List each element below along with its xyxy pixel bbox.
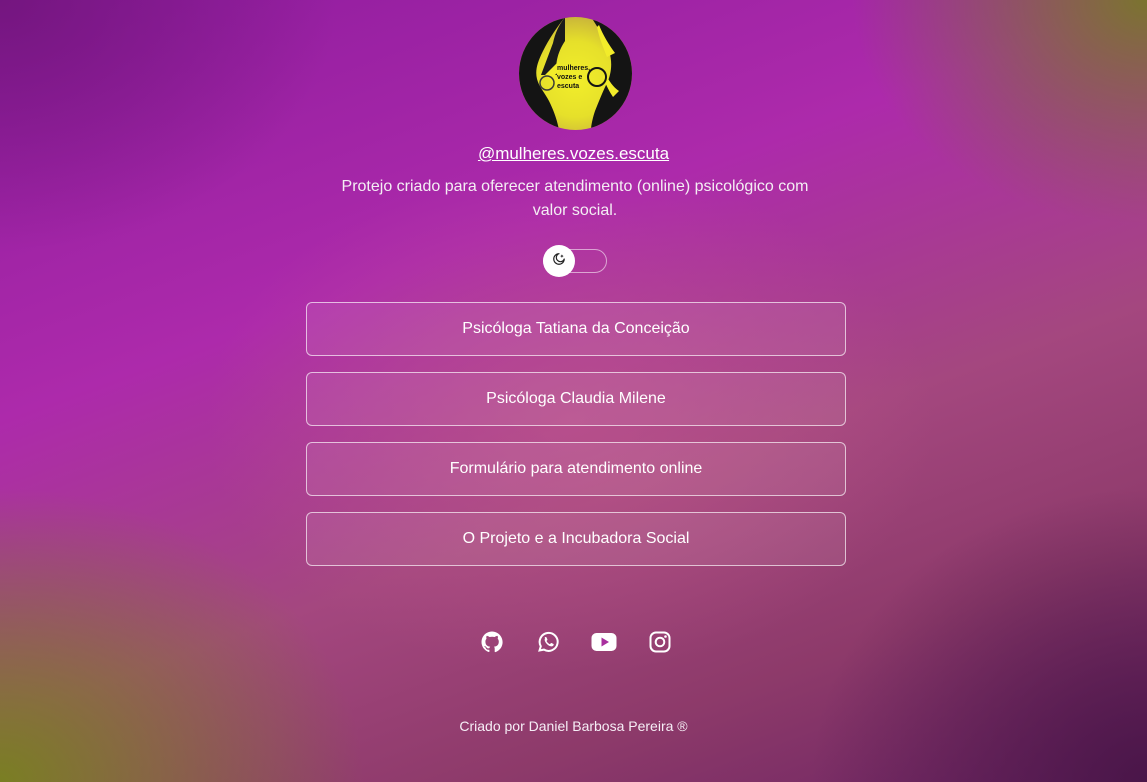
link-button-tatiana[interactable]: Psicóloga Tatiana da Conceição — [306, 302, 846, 356]
logo-illustration: mulheres, vozes e escuta — [519, 17, 632, 130]
svg-text:vozes e: vozes e — [557, 74, 582, 81]
toggle-knob[interactable] — [543, 245, 575, 277]
youtube-icon[interactable] — [590, 628, 618, 656]
profile-bio: Protejo criado para oferecer atendimento… — [341, 178, 809, 219]
theme-toggle[interactable] — [543, 245, 607, 277]
github-icon[interactable] — [478, 628, 506, 656]
footer-credit: Criado por Daniel Barbosa Pereira ® — [459, 718, 688, 734]
svg-text:escuta: escuta — [557, 83, 579, 90]
logo-text-line-1: mulheres, — [557, 65, 590, 72]
social-links — [478, 628, 678, 656]
link-list: Psicóloga Tatiana da Conceição Psicóloga… — [306, 302, 846, 582]
link-button-projeto[interactable]: O Projeto e a Incubadora Social — [306, 512, 846, 566]
link-page: mulheres, vozes e escuta @mulheres.vozes… — [0, 0, 1147, 782]
whatsapp-icon[interactable] — [534, 628, 562, 656]
avatar: mulheres, vozes e escuta — [519, 17, 632, 130]
moon-icon — [552, 252, 566, 271]
link-button-formulario[interactable]: Formulário para atendimento online — [306, 442, 846, 496]
instagram-icon[interactable] — [646, 628, 674, 656]
link-button-claudia[interactable]: Psicóloga Claudia Milene — [306, 372, 846, 426]
profile-handle-link[interactable]: @mulheres.vozes.escuta — [0, 144, 1147, 164]
